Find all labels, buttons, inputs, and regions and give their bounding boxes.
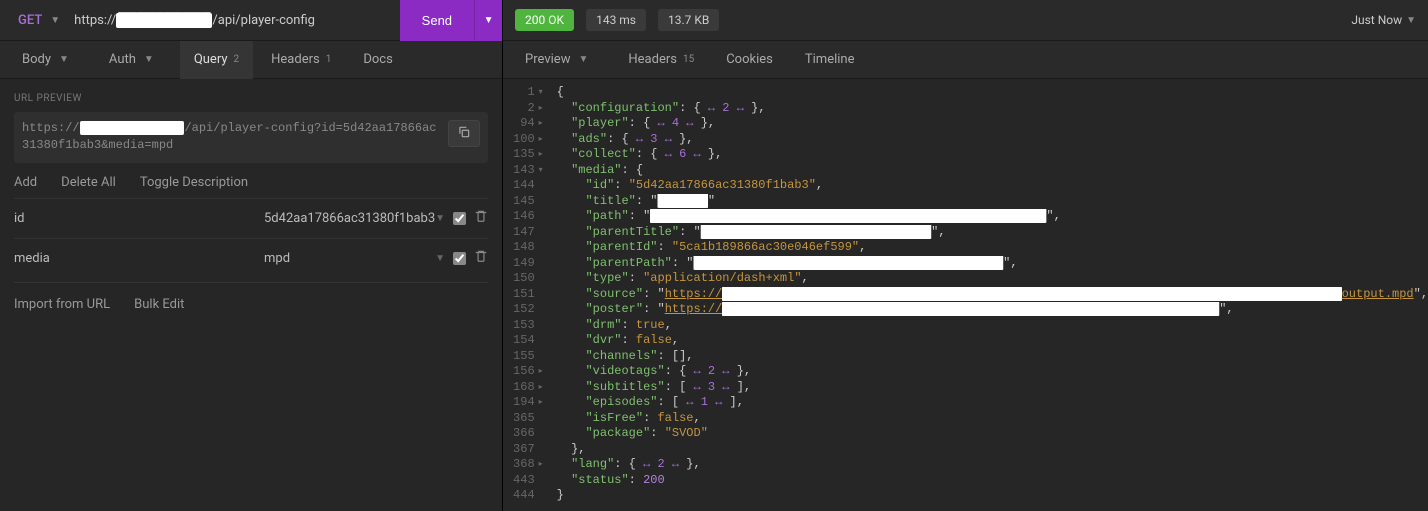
tab-label: Body <box>22 52 51 67</box>
query-section: URL PREVIEW https://██████████████/api/p… <box>0 79 502 511</box>
response-status-bar: 200OK 143 ms 13.7 KB Just Now▼ <box>503 0 1428 41</box>
response-pane: 200OK 143 ms 13.7 KB Just Now▼ Preview ▼ … <box>503 0 1428 511</box>
param-enabled-checkbox[interactable] <box>453 212 466 225</box>
tab-label: Cookies <box>726 52 773 67</box>
chevron-down-icon: ▼ <box>578 54 588 65</box>
chevron-down-icon[interactable]: ▼ <box>435 213 445 224</box>
request-pane: GET ▼ https://██████████/api/player-conf… <box>0 0 503 511</box>
import-from-url-button[interactable]: Import from URL <box>14 297 110 312</box>
url-preview-text: https://██████████████/api/player-config… <box>22 120 440 155</box>
tab-timeline[interactable]: Timeline <box>791 41 869 79</box>
param-value[interactable]: 5d42aa17866ac31380f1bab3 <box>264 211 435 226</box>
delete-all-button[interactable]: Delete All <box>61 175 116 190</box>
param-value[interactable]: mpd <box>264 251 435 266</box>
tab-auth[interactable]: Auth ▼ <box>95 41 176 79</box>
url-preview: https://██████████████/api/player-config… <box>14 112 488 163</box>
chevron-down-icon: ▼ <box>144 54 154 65</box>
tab-badge: 1 <box>326 54 332 65</box>
param-enabled-checkbox[interactable] <box>453 252 466 265</box>
send-dropdown-button[interactable]: ▼ <box>474 0 502 41</box>
chevron-down-icon[interactable]: ▼ <box>435 253 445 264</box>
chevron-down-icon: ▼ <box>1406 15 1416 26</box>
param-row: mediampd▼ <box>14 238 488 278</box>
param-row: id5d42aa17866ac31380f1bab3▼ <box>14 198 488 238</box>
tab-label: Headers <box>271 52 320 67</box>
time-badge: 143 ms <box>586 9 646 31</box>
tab-badge: 2 <box>234 54 240 65</box>
tab-docs[interactable]: Docs <box>349 41 406 79</box>
footer-actions: Import from URL Bulk Edit <box>14 282 488 326</box>
tab-label: Preview <box>525 52 570 67</box>
chevron-down-icon: ▼ <box>59 54 69 65</box>
tab-label: Headers <box>628 52 677 67</box>
url-suffix: /api/player-config <box>212 13 315 28</box>
json-code: { "configuration": { ↔ 2 ↔ }, "player": … <box>549 79 1428 511</box>
tab-headers[interactable]: Headers 1 <box>257 41 345 79</box>
tab-badge: 15 <box>683 54 694 65</box>
response-tabs: Preview ▼ Headers 15 Cookies Timeline <box>503 41 1428 79</box>
send-button[interactable]: Send <box>400 0 474 41</box>
tab-query[interactable]: Query 2 <box>180 41 253 79</box>
chevron-down-icon[interactable]: ▼ <box>50 15 60 26</box>
toggle-desc-button[interactable]: Toggle Description <box>140 175 248 190</box>
tab-preview[interactable]: Preview ▼ <box>511 41 610 79</box>
tab-response-headers[interactable]: Headers 15 <box>614 41 708 79</box>
url-prefix: https:// <box>74 13 116 28</box>
url-redacted: ██████████ <box>116 13 212 28</box>
tab-body[interactable]: Body ▼ <box>8 41 91 79</box>
param-key[interactable]: id <box>14 211 264 226</box>
tab-label: Timeline <box>805 52 855 67</box>
tab-cookies[interactable]: Cookies <box>712 41 787 79</box>
tab-label: Query <box>194 52 228 67</box>
line-gutter: 1▾2▸94▸100▸135▸143▾144145146147148149150… <box>503 79 549 511</box>
copy-icon <box>457 125 471 139</box>
url-input[interactable]: https://██████████/api/player-config <box>68 12 400 28</box>
response-body[interactable]: 1▾2▸94▸100▸135▸143▾144145146147148149150… <box>503 79 1428 511</box>
trash-icon[interactable] <box>474 209 488 227</box>
param-actions: Add Delete All Toggle Description <box>14 163 488 198</box>
param-key[interactable]: media <box>14 251 264 266</box>
size-badge: 13.7 KB <box>658 9 719 31</box>
tab-label: Docs <box>363 52 392 67</box>
bulk-edit-button[interactable]: Bulk Edit <box>134 297 184 312</box>
tab-label: Auth <box>109 52 136 67</box>
url-preview-label: URL PREVIEW <box>14 93 488 104</box>
history-dropdown[interactable]: Just Now▼ <box>1351 13 1424 27</box>
status-badge: 200OK <box>515 9 574 31</box>
http-method[interactable]: GET <box>0 13 50 28</box>
add-param-button[interactable]: Add <box>14 175 37 190</box>
trash-icon[interactable] <box>474 249 488 267</box>
copy-url-button[interactable] <box>448 120 480 147</box>
request-tabs: Body ▼ Auth ▼ Query 2 Headers 1 Docs <box>0 41 502 79</box>
request-topbar: GET ▼ https://██████████/api/player-conf… <box>0 0 502 41</box>
